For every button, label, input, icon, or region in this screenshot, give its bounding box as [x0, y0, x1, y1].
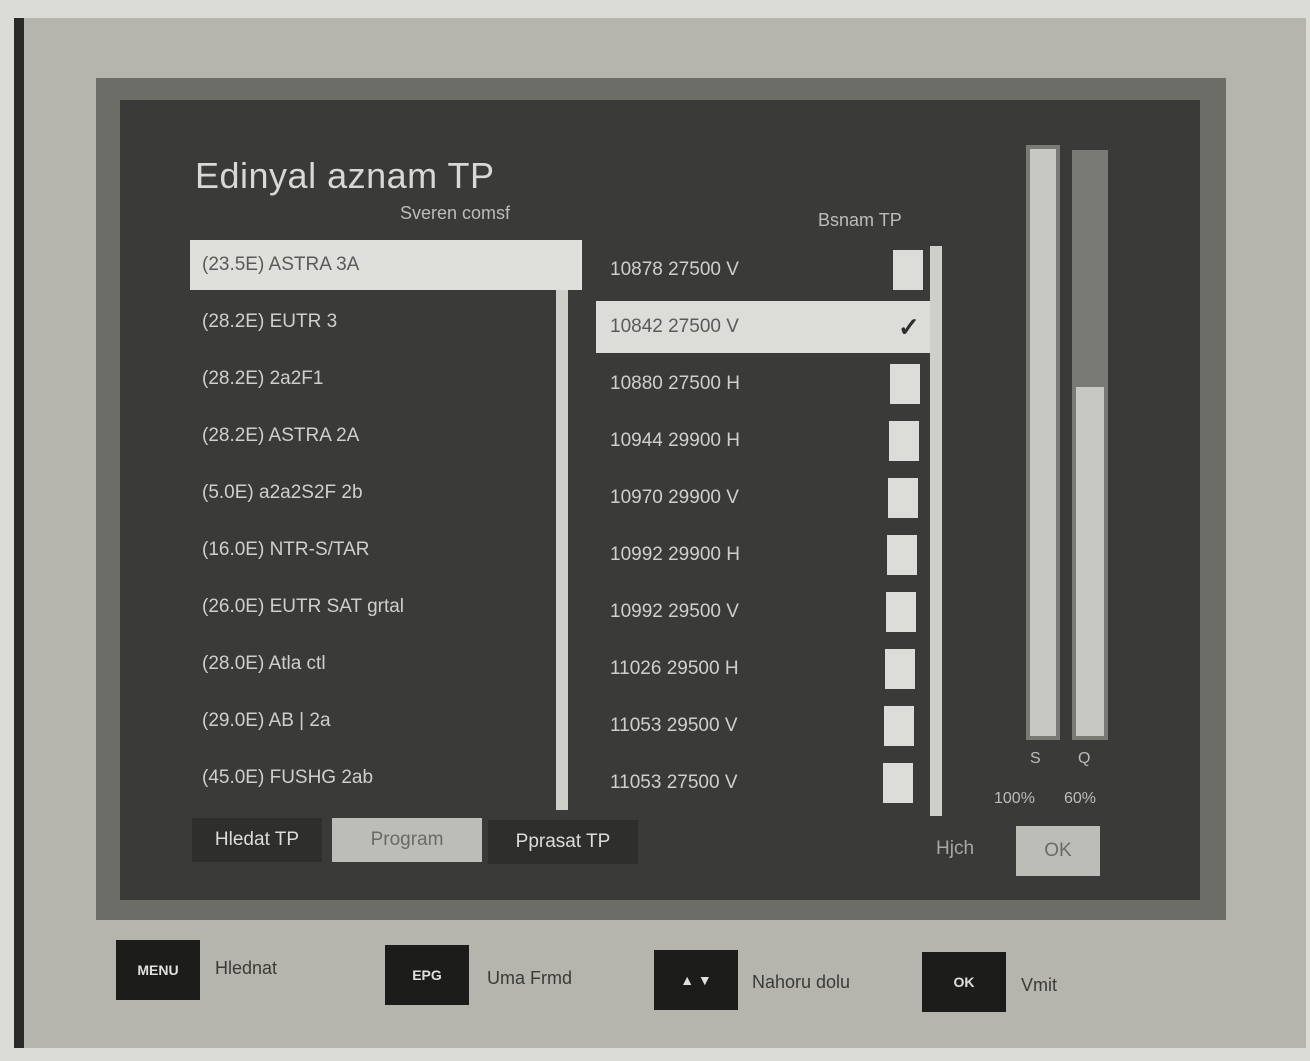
signal-strength-percent: 100%: [994, 790, 1035, 807]
satellite-item[interactable]: (28.0E) Atla ctl: [190, 639, 582, 689]
signal-quality-meter: [1072, 150, 1108, 740]
ok-key-icon: OK: [922, 952, 1006, 1012]
transponder-item[interactable]: 10992 29500 V: [596, 586, 936, 638]
transponder-checkbox[interactable]: [887, 535, 917, 575]
signal-strength-fill: [1030, 149, 1056, 736]
satellite-item[interactable]: (28.2E) ASTRA 2A: [190, 411, 582, 461]
satellite-item[interactable]: (28.2E) 2a2F1: [190, 354, 582, 404]
satellite-item[interactable]: (29.0E) AB | 2a: [190, 696, 582, 746]
satellite-scrollbar[interactable]: [556, 290, 568, 810]
transponder-checkbox[interactable]: [893, 250, 923, 290]
menu-key-icon: MENU: [116, 940, 200, 1000]
transponder-item[interactable]: 10878 27500 V: [596, 244, 936, 296]
legend-menu-text: Hlednat: [215, 958, 278, 978]
transponder-scrollbar[interactable]: [930, 246, 942, 816]
edit-tp-button[interactable]: Pprasat TP: [488, 820, 638, 864]
page-title: Edinyal aznam TP: [195, 155, 495, 196]
legend-ok-text: Vmit: [1021, 975, 1057, 995]
add-tp-button[interactable]: Hledat TP: [192, 818, 322, 862]
transponder-item[interactable]: 10992 29900 H: [596, 529, 936, 581]
satellite-list: (23.5E) ASTRA 3A (28.2E) EUTR 3 (28.2E) …: [190, 240, 582, 810]
epg-key-icon: EPG: [385, 945, 469, 1005]
ok-button[interactable]: OK: [1016, 826, 1100, 876]
transponder-checkbox[interactable]: [888, 478, 918, 518]
transponder-checkbox[interactable]: [884, 706, 914, 746]
up-down-key-icon: ▲ ▼: [654, 950, 738, 1010]
satellite-item[interactable]: (28.2E) EUTR 3: [190, 297, 582, 347]
transponder-checkbox[interactable]: [890, 364, 920, 404]
satellite-item[interactable]: (5.0E) a2a2S2F 2b: [190, 468, 582, 518]
satellite-item[interactable]: (45.0E) FUSHG 2ab: [190, 753, 582, 803]
transponder-column-header: Bsnam TP: [818, 210, 902, 230]
signal-strength-letter: S: [1030, 750, 1041, 767]
legend-updown-text: Nahoru dolu: [752, 972, 851, 992]
satellite-column-header: Sveren comsf: [400, 203, 511, 223]
transponder-item[interactable]: 10944 29900 H: [596, 415, 936, 467]
transponder-checkbox[interactable]: [885, 649, 915, 689]
transponder-checkbox[interactable]: [883, 763, 913, 803]
check-icon: ✓: [898, 312, 920, 342]
transponder-item[interactable]: 10970 29900 V: [596, 472, 936, 524]
signal-strength-meter: [1026, 145, 1060, 740]
program-button[interactable]: Program: [332, 818, 482, 862]
satellite-item[interactable]: (26.0E) EUTR SAT grtal: [190, 582, 582, 632]
signal-quality-fill: [1076, 387, 1104, 736]
signal-quality-letter: Q: [1078, 750, 1091, 767]
transponder-item[interactable]: 10880 27500 H: [596, 358, 936, 410]
signal-quality-percent: 60%: [1064, 790, 1097, 807]
transponder-checkbox[interactable]: [889, 421, 919, 461]
legend-epg-text: Uma Frmd: [487, 968, 572, 988]
satellite-item[interactable]: (16.0E) NTR-S/TAR: [190, 525, 582, 575]
transponder-checkbox[interactable]: [886, 592, 916, 632]
scan-label: Hjch: [936, 838, 975, 859]
satellite-item[interactable]: (23.5E) ASTRA 3A: [190, 240, 582, 290]
transponder-item[interactable]: 10842 27500 V: [596, 301, 936, 353]
